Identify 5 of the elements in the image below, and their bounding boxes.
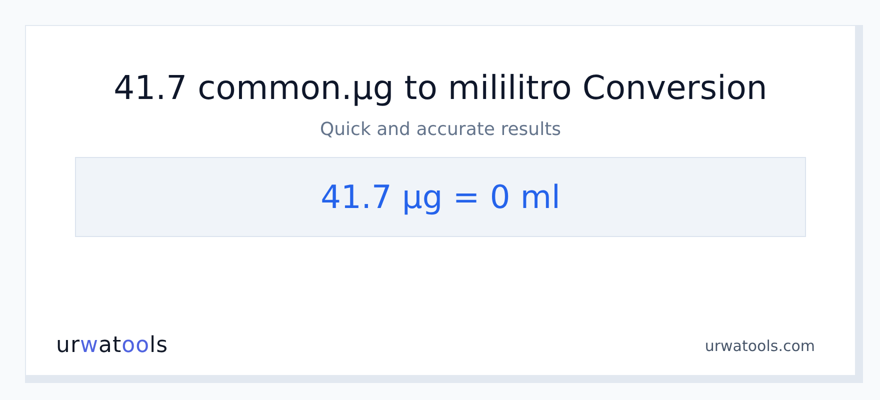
site-url: urwatools.com — [704, 336, 815, 356]
logo: urwatools — [56, 333, 168, 359]
subtitle: Quick and accurate results — [320, 118, 562, 142]
result: 41.7 µg = 0 ml — [320, 177, 560, 218]
title: 41.7 common.µg to mililitro Conversion — [114, 68, 768, 108]
